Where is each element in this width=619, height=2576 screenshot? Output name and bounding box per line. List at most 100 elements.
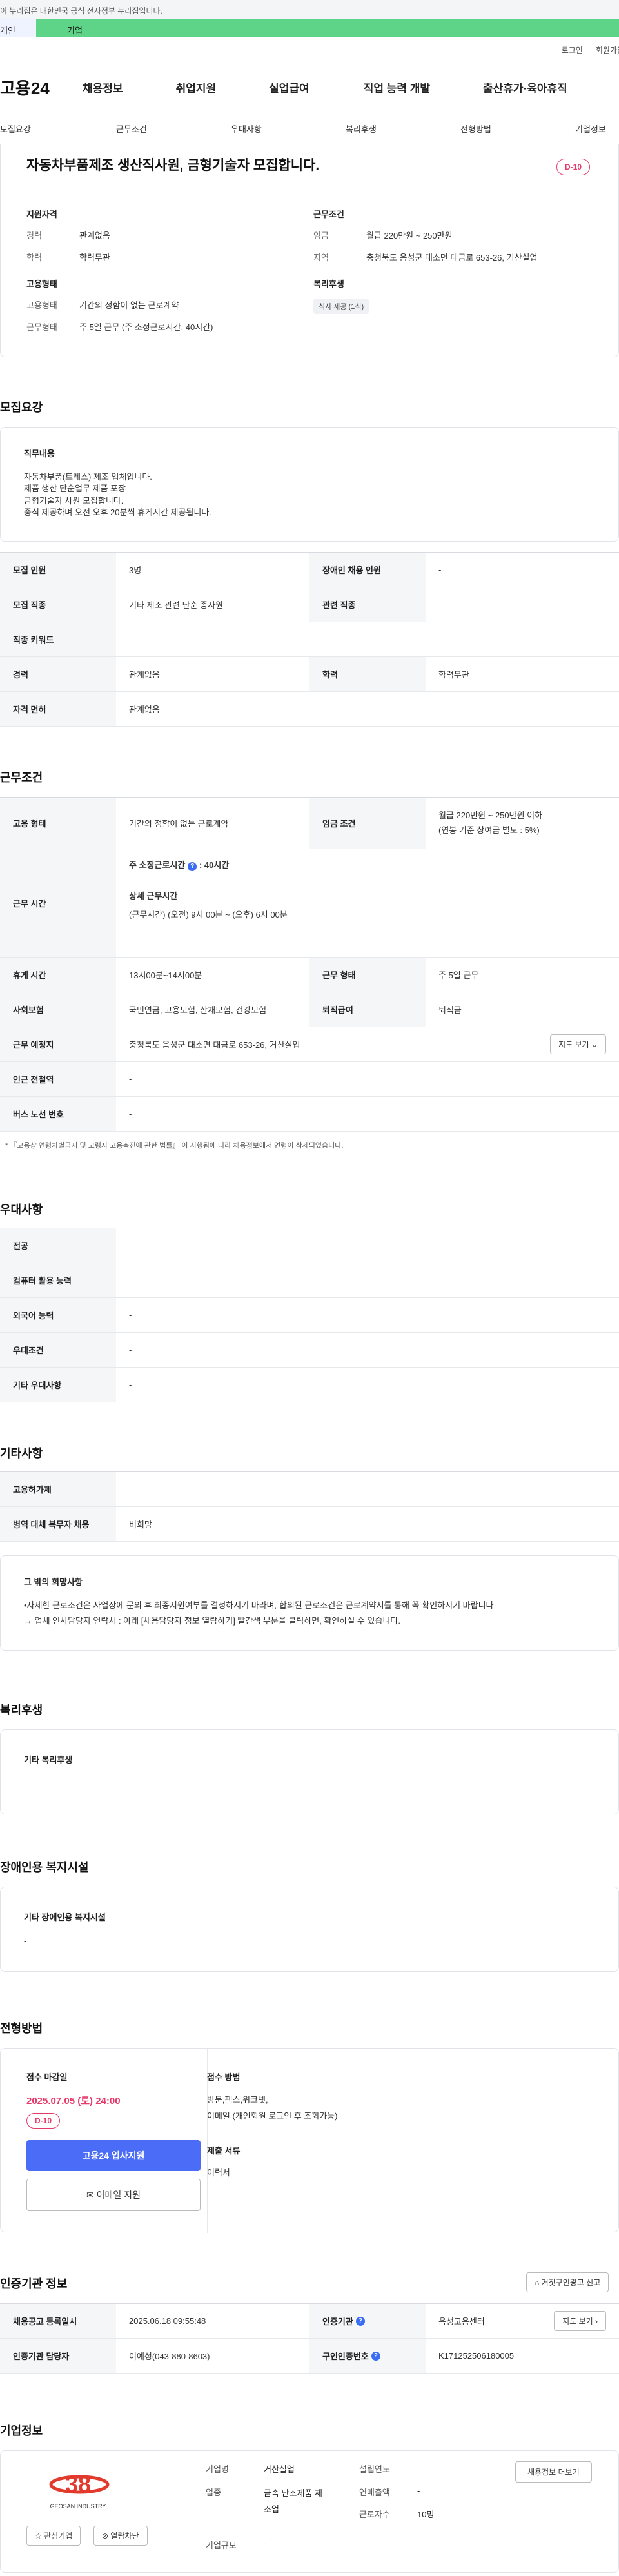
recruit-table: 모집 인원 3명 장애인 채용 인원 - 모집 직종 기타 제조 관련 단순 종사원 …: [0, 552, 619, 727]
subnav-conditions[interactable]: 근무조건: [116, 123, 231, 135]
table-cell: -: [129, 1275, 132, 1285]
favorite-company-button[interactable]: ☆ 관심기업: [26, 2526, 81, 2546]
table-cell: 3명: [129, 565, 142, 575]
block-view-button[interactable]: ⊘ 열람차단: [93, 2526, 148, 2546]
info-icon[interactable]: ?: [371, 2351, 380, 2361]
welfare-section-title: 복리후생: [0, 1704, 43, 1716]
table-cell: -: [129, 1310, 132, 1320]
table-header: 채용공고 등록일시: [0, 2304, 116, 2338]
table-header: 전공: [0, 1228, 116, 1263]
wage-bonus: (연봉 기준 상여금 별도 : 5%): [438, 825, 540, 835]
cert-table: 채용공고 등록일시 2025.06.18 09:55:48 인증기관? 음성고용센터…: [0, 2303, 619, 2374]
welfare-chip: 식사 제공 (1식): [313, 299, 369, 314]
table-row: 우대조건 -: [0, 1333, 619, 1368]
table-cell: 이예성(043-880-8603): [129, 2352, 210, 2361]
table-header: 외국어 능력: [0, 1298, 116, 1332]
education-value: 학력무관: [79, 253, 110, 262]
subnav-prefer[interactable]: 우대사항: [231, 123, 346, 135]
table-header: 임금 조건: [310, 798, 426, 849]
subnav-welfare[interactable]: 복리후생: [346, 123, 460, 135]
table-row: 근무 예정지 충청북도 음성군 대소면 대금로 653-26, 거산실업 지도 보…: [0, 1027, 619, 1062]
disabled-etc-value: -: [24, 1936, 27, 1946]
job-summary-card: 자동차부품제조 생산직사원, 금형기술자 모집합니다. D-10 지원자격 경력…: [0, 144, 619, 357]
subnav-selection[interactable]: 전형방법: [460, 123, 575, 135]
table-row: 경력 관계없음 학력 학력무관: [0, 657, 619, 692]
table-row: 전공 -: [0, 1228, 619, 1263]
industry-line: 금속 단조제품 제: [264, 2488, 322, 2498]
table-header: 기타 우대사항: [0, 1368, 116, 1402]
email-apply-button[interactable]: ✉ 이메일 지원: [26, 2179, 201, 2211]
table-cell: 월급 220만원 ~ 250만원 이하 (연봉 기준 상여금 별도 : 5%): [426, 798, 619, 849]
industry-line: 조업: [264, 2504, 279, 2514]
other-wishes-heading: 그 밖의 희망사항: [24, 1577, 83, 1587]
company-name-value: 거산실업: [264, 2464, 295, 2474]
apply-button[interactable]: 고용24 입사지원: [26, 2140, 201, 2171]
table-cell: -: [129, 634, 132, 644]
star-icon: ☆: [35, 2532, 42, 2541]
table-header: 구인인증번호?: [310, 2339, 426, 2373]
email-apply-label: 이메일 지원: [96, 2190, 141, 2200]
wage-range: 월급 220만원 ~ 250만원 이하: [438, 811, 543, 821]
table-row: 모집 직종 기타 제조 관련 단순 종사원 관련 직종 -: [0, 587, 619, 622]
founded-label: 설립연도: [359, 2464, 390, 2474]
tab-company[interactable]: 기업: [36, 19, 619, 37]
subnav-company[interactable]: 기업정보: [575, 123, 606, 135]
table-header: 고용 형태: [0, 798, 116, 849]
career-label: 경력: [26, 231, 42, 241]
table-header: 인근 전철역: [0, 1062, 116, 1096]
company-size-value: -: [264, 2539, 267, 2548]
cert-number-label: 구인인증번호: [322, 2352, 369, 2361]
table-row: 버스 노선 번호 -: [0, 1097, 619, 1132]
method-line: 이메일 (개인회원 로그인 후 조회가능): [207, 2110, 338, 2121]
welfare-etc-heading: 기타 복리후생: [24, 1755, 73, 1765]
etc-table: 고용허가제 - 병역 대체 복무자 채용 비희망: [0, 1471, 619, 1542]
info-icon[interactable]: ?: [355, 2316, 365, 2326]
other-wishes-line: → 업체 인사담당자 연락처 : 아래 [채용담당자 정보 열람하기] 빨간색 …: [24, 1616, 400, 1626]
subnav-recruit[interactable]: 모집요강: [0, 123, 116, 135]
table-row: 외국어 능력 -: [0, 1298, 619, 1333]
site-logo[interactable]: 고용24: [0, 75, 83, 99]
login-link[interactable]: 로그인: [562, 44, 583, 55]
table-cell: 충청북도 음성군 대소면 대금로 653-26, 거산실업 지도 보기 ⌄: [116, 1027, 619, 1061]
table-row: 자격 면허 관계없음: [0, 692, 619, 727]
nav-job-info[interactable]: 채용정보: [83, 79, 123, 95]
nav-vocational-training[interactable]: 직업 능력 개발: [364, 79, 430, 95]
wage-label: 임금: [313, 231, 329, 241]
career-value: 관계없음: [79, 231, 110, 241]
tab-personal[interactable]: 개인: [0, 19, 36, 37]
chevron-down-icon: ⌄: [591, 1040, 598, 1049]
info-icon[interactable]: ?: [188, 862, 197, 871]
map-view-button[interactable]: 지도 보기 ⌄: [550, 1034, 606, 1054]
table-cell: 비희망: [129, 1520, 152, 1529]
map-view-label: 지도 보기: [558, 1040, 589, 1049]
table-cell: -: [129, 1380, 132, 1390]
table-row: 근무 시간 주 소정근로시간? : 40시간 상세 근무시간 (근무시간) (오…: [0, 849, 619, 958]
table-cell: 13시00분~14시00분: [129, 970, 202, 980]
duty-card: 직무내용 자동차부품(트레스) 제조 업체입니다. 제품 생산 단순업무 제품 …: [0, 427, 619, 542]
table-header: 휴게 시간: [0, 958, 116, 992]
home-icon: ⌂: [535, 2278, 540, 2287]
table-cell: 관계없음: [129, 705, 160, 714]
table-cell: 국민연금, 고용보험, 산재보험, 건강보험: [129, 1005, 267, 1015]
table-header: 모집 인원: [0, 553, 116, 587]
table-cell: -: [129, 1241, 132, 1250]
nav-parental-leave[interactable]: 출산휴가·육아휴직: [483, 79, 567, 95]
table-header: 고용허가제: [0, 1472, 116, 1506]
table-header: 장애인 채용 인원: [310, 553, 426, 587]
false-ad-report-button[interactable]: ⌂ 거짓구인광고 신고: [526, 2272, 609, 2292]
join-link[interactable]: 회원가입: [596, 44, 619, 55]
more-jobs-button[interactable]: 채용정보 더보기: [515, 2461, 592, 2483]
employment-type-value: 기간의 정함이 없는 근로계약: [79, 300, 179, 310]
other-wishes-card: 그 밖의 희망사항 •자세한 근로조건은 사업장에 문의 후 최종지원여부를 결…: [0, 1555, 619, 1651]
nav-employment-support[interactable]: 취업지원: [176, 79, 217, 95]
table-header: 근무 시간: [0, 849, 116, 957]
welfare-heading: 복리후생: [313, 279, 344, 289]
table-header: 인증기관?: [310, 2304, 426, 2338]
table-row: 고용 형태 기간의 정함이 없는 근로계약 임금 조건 월급 220만원 ~ 250…: [0, 798, 619, 849]
duty-line: 중식 제공하며 오전 오후 20분씩 휴게시간 제공됩니다.: [24, 507, 211, 517]
org-map-button[interactable]: 지도 보기 ›: [554, 2311, 606, 2331]
nav-unemployment-benefit[interactable]: 실업급여: [269, 79, 310, 95]
table-row: 모집 인원 3명 장애인 채용 인원 -: [0, 553, 619, 587]
table-cell: K171252506180005: [438, 2351, 515, 2361]
table-header: 근무 예정지: [0, 1027, 116, 1061]
